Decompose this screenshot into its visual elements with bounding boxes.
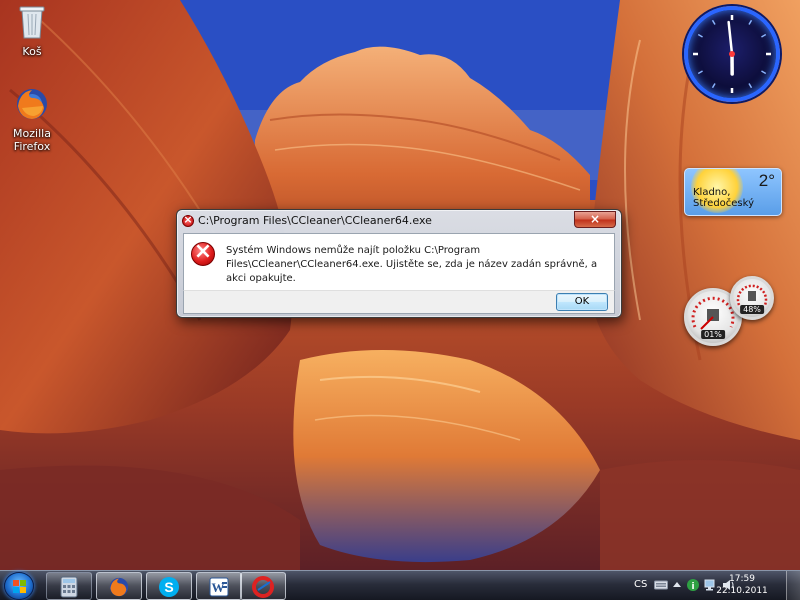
error-dialog[interactable]: C:\Program Files\CCleaner\CCleaner64.exe… <box>176 209 622 318</box>
taskbar-button-word[interactable]: W <box>196 572 242 600</box>
dialog-title: C:\Program Files\CCleaner\CCleaner64.exe <box>198 214 432 227</box>
ccleaner-icon <box>252 576 274 600</box>
ram-meter-icon: 48% <box>730 276 774 320</box>
error-icon <box>191 239 215 266</box>
taskbar-button-firefox[interactable] <box>96 572 142 600</box>
desktop-icon-label: Koš <box>22 45 42 58</box>
taskbar-date: 22.10.2011 <box>716 586 768 596</box>
close-icon: × <box>589 212 601 226</box>
clock-tick <box>761 70 767 75</box>
recycle-bin-icon <box>0 4 64 43</box>
taskbar-button-calculator[interactable] <box>46 572 92 600</box>
taskbar-button-skype[interactable]: S <box>146 572 192 600</box>
desktop-icon-recycle-bin[interactable]: Koš <box>0 4 64 58</box>
taskbar: S W CS i 17:59 22.10.2011 <box>0 570 800 600</box>
show-desktop-button[interactable] <box>786 571 800 600</box>
weather-gadget[interactable]: 2° Kladno, Středočeský <box>684 168 782 216</box>
ram-usage-value: 48% <box>740 305 764 314</box>
firefox-icon <box>108 576 130 600</box>
language-indicator[interactable]: CS <box>634 579 647 590</box>
arrow-up-icon[interactable] <box>672 579 682 594</box>
clock-tick <box>748 19 753 25</box>
windows-logo-icon <box>13 580 27 597</box>
clock-tick <box>748 83 753 89</box>
taskbar-button-ccleaner[interactable] <box>240 572 286 600</box>
word-icon: W <box>208 576 230 600</box>
desktop-icon-label: Mozilla Firefox <box>13 127 51 153</box>
cpu-usage-value: 01% <box>701 330 725 339</box>
error-small-icon <box>182 213 194 227</box>
clock-hands <box>693 15 771 93</box>
taskbar-time: 17:59 <box>729 574 755 584</box>
clock-tick <box>697 33 703 38</box>
clock-tick <box>711 19 716 25</box>
clock-gadget[interactable] <box>684 6 780 102</box>
keyboard-icon[interactable] <box>654 579 668 594</box>
clock-minute-hand <box>727 20 734 56</box>
error-message: Systém Windows nemůže najít položku C:\P… <box>226 245 598 284</box>
desktop-icon-firefox[interactable]: Mozilla Firefox <box>0 86 64 153</box>
taskbar-clock[interactable]: 17:59 22.10.2011 <box>712 573 772 597</box>
system-tray: CS i 17:59 22.10.2011 <box>632 571 800 600</box>
firefox-icon <box>0 86 64 125</box>
svg-text:i: i <box>691 582 694 592</box>
clock-tick <box>697 70 703 75</box>
clock-tick <box>761 33 767 38</box>
skype-icon: S <box>158 576 180 600</box>
cpu-meter-gadget[interactable]: 01% 48% <box>684 276 780 346</box>
svg-text:S: S <box>164 579 173 595</box>
dialog-footer: OK <box>183 290 615 314</box>
ok-button[interactable]: OK <box>556 293 608 311</box>
info-icon[interactable]: i <box>686 578 700 595</box>
clock-tick <box>711 83 716 89</box>
dialog-titlebar[interactable]: C:\Program Files\CCleaner\CCleaner64.exe… <box>177 210 621 232</box>
calculator-icon <box>58 576 80 600</box>
clock-center <box>729 51 735 57</box>
analog-clock-icon <box>684 6 780 102</box>
start-button[interactable] <box>4 572 34 600</box>
dialog-body: Systém Windows nemůže najít položku C:\P… <box>183 233 615 290</box>
close-button[interactable]: × <box>574 211 616 228</box>
weather-location: Kladno, Středočeský <box>693 187 754 209</box>
